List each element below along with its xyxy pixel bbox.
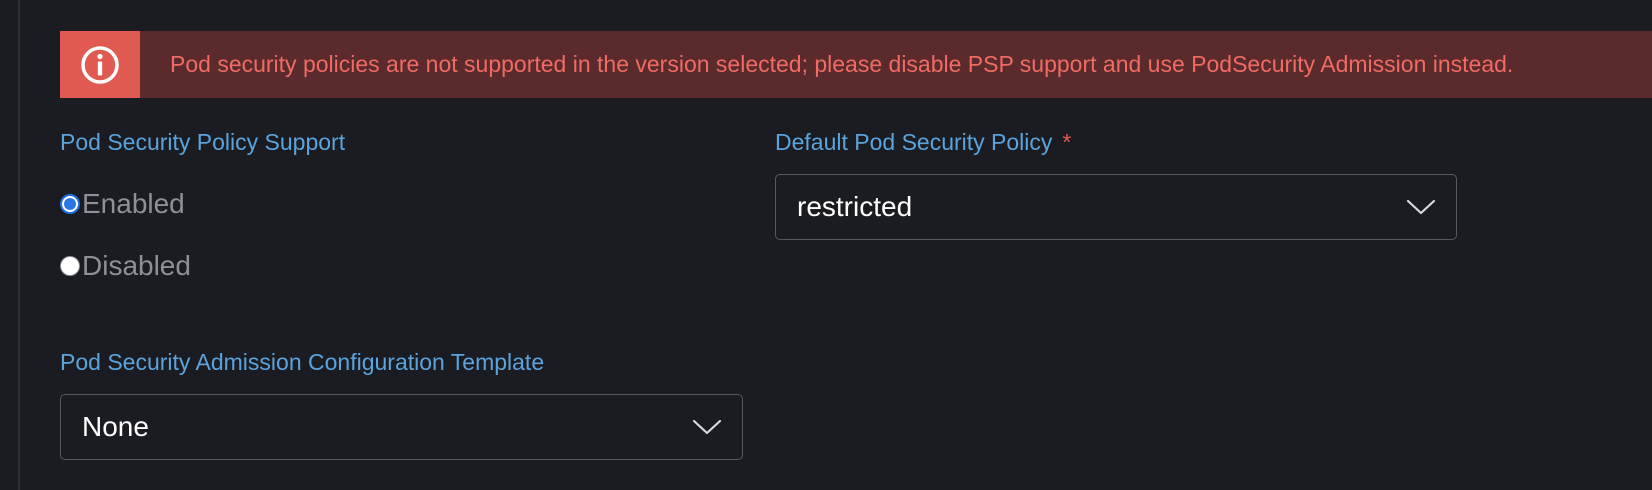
default-psp-label-text: Default Pod Security Policy <box>775 129 1053 155</box>
default-psp-select-value: restricted <box>797 191 913 222</box>
radio-disabled-indicator[interactable] <box>60 256 80 276</box>
banner-icon-container <box>60 31 140 98</box>
chevron-down-icon <box>1406 198 1436 216</box>
error-banner-message: Pod security policies are not supported … <box>170 51 1514 77</box>
radio-enabled-label: Enabled <box>82 188 185 219</box>
psa-template-select-value: None <box>82 411 149 442</box>
psa-template-select[interactable]: None <box>60 394 743 460</box>
psp-support-label: Pod Security Policy Support <box>60 129 346 155</box>
info-circle-icon <box>81 45 119 84</box>
required-indicator: * <box>1062 129 1072 155</box>
chevron-down-icon <box>692 418 722 436</box>
error-banner: Pod security policies are not supported … <box>60 31 1652 98</box>
radio-enabled-indicator[interactable] <box>60 194 80 214</box>
pod-security-settings-panel: Pod security policies are not supported … <box>0 0 1652 490</box>
radio-disabled-label: Disabled <box>82 250 191 281</box>
radio-disabled[interactable]: Disabled <box>60 252 191 280</box>
default-psp-label: Default Pod Security Policy * <box>775 129 1071 156</box>
default-psp-select[interactable]: restricted <box>775 174 1457 240</box>
radio-enabled[interactable]: Enabled <box>60 190 185 218</box>
psa-template-label: Pod Security Admission Configuration Tem… <box>60 349 545 375</box>
left-divider <box>18 0 20 490</box>
